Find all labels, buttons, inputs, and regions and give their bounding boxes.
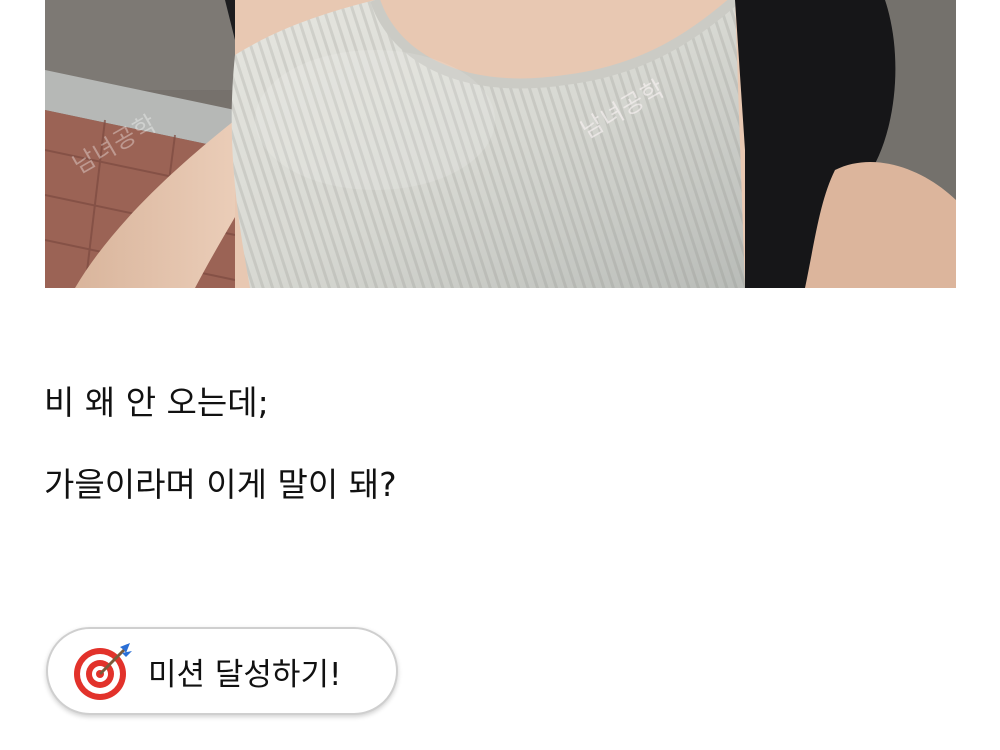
post-photo: 남녀공학 남녀공학 <box>45 0 956 288</box>
mission-complete-label: 미션 달성하기! <box>148 656 342 693</box>
target-dart-icon <box>70 639 134 703</box>
post-text-line-1: 비 왜 안 오는데; <box>44 383 269 422</box>
mission-complete-button[interactable]: 미션 달성하기! <box>46 627 398 715</box>
post-text-line-2: 가을이라며 이게 말이 돼? <box>44 465 397 504</box>
